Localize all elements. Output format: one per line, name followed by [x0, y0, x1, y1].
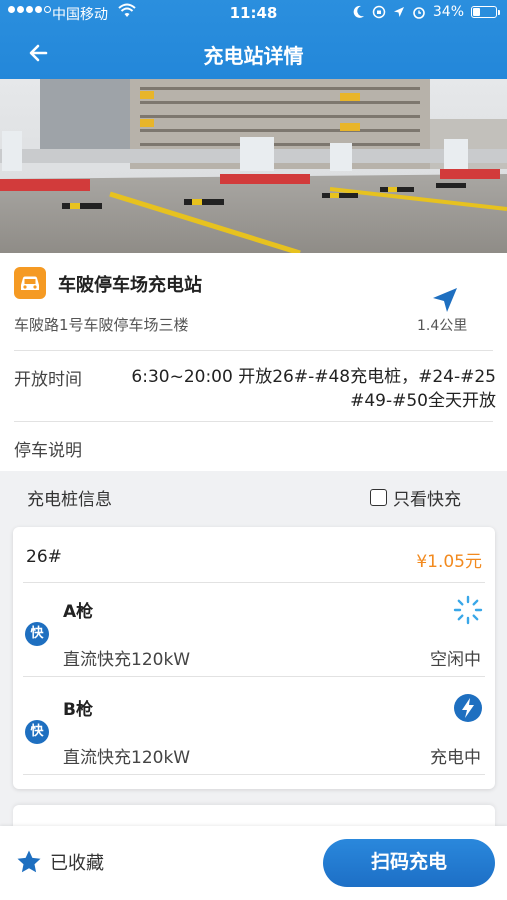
gun-name: A枪 — [63, 602, 94, 622]
pile-number: 26# — [26, 547, 62, 567]
divider — [23, 774, 485, 775]
bottom-bar: 已收藏 扫码充电 — [0, 826, 507, 900]
opening-hours-value: 6:30~20:00 开放26#-#48充电桩，#24-#25 #49-#50全… — [104, 365, 496, 413]
pile-price: ¥1.05元 — [416, 552, 482, 572]
gun-spec: 直流快充120kW — [63, 650, 191, 670]
fast-charge-badge: 快 — [25, 622, 49, 646]
opening-hours-line-1: 6:30~20:00 开放26#-#48充电桩，#24-#25 — [131, 367, 496, 387]
opening-hours-label: 开放时间 — [14, 370, 82, 390]
car-icon — [14, 267, 46, 299]
lightning-icon — [454, 694, 482, 722]
moon-icon — [353, 5, 364, 18]
fast-charge-badge: 快 — [25, 720, 49, 744]
orientation-lock-icon — [372, 5, 386, 19]
parking-notes-label[interactable]: 停车说明 — [14, 436, 82, 461]
alarm-icon — [413, 7, 425, 19]
fast-charge-only-filter[interactable]: 只看快充 — [370, 485, 461, 510]
station-name: 车陂停车场充电站 — [58, 275, 202, 296]
fast-only-label: 只看快充 — [393, 490, 461, 510]
battery-icon — [471, 6, 500, 18]
divider — [14, 421, 493, 422]
scan-to-charge-button[interactable]: 扫码充电 — [323, 839, 495, 887]
divider — [23, 676, 485, 677]
status-bar: 中国移动 11:48 34% — [0, 0, 507, 28]
favorite-button[interactable]: 已收藏 — [16, 849, 104, 875]
page-title: 充电站详情 — [203, 44, 304, 68]
gun-row[interactable]: 快 A枪 直流快充120kW 空闲中 — [13, 583, 495, 681]
idle-spinner-icon — [453, 595, 483, 625]
gun-status: 空闲中 — [430, 650, 481, 670]
gun-row[interactable]: 快 B枪 直流快充120kW 充电中 — [13, 681, 495, 779]
charging-pile-card[interactable]: 26# ¥1.05元 快 A枪 直流快充120kW 空闲中 快 B枪 直流快充1… — [13, 527, 495, 789]
top-bar: 中国移动 11:48 34% 充电站详情 — [0, 0, 507, 79]
location-icon — [393, 7, 404, 17]
gun-status: 充电中 — [430, 748, 481, 768]
opening-hours-line-2: #49-#50全天开放 — [350, 391, 496, 411]
station-address: 车陂路1号车陂停车场三楼 — [14, 316, 189, 334]
gun-name: B枪 — [63, 700, 93, 720]
station-distance: 1.4公里 — [417, 318, 468, 334]
star-icon — [17, 850, 41, 873]
fast-only-checkbox[interactable] — [370, 489, 387, 506]
navigation-arrow-icon[interactable] — [430, 285, 460, 315]
gun-spec: 直流快充120kW — [63, 748, 191, 768]
divider — [14, 350, 493, 351]
battery-percent: 34% — [432, 4, 464, 20]
station-photo — [0, 79, 507, 253]
charger-info-title: 充电桩信息 — [27, 490, 112, 510]
favorite-label: 已收藏 — [50, 853, 104, 874]
station-info: 车陂停车场充电站 车陂路1号车陂停车场三楼 1.4公里 开放时间 6:30~20… — [0, 253, 507, 471]
